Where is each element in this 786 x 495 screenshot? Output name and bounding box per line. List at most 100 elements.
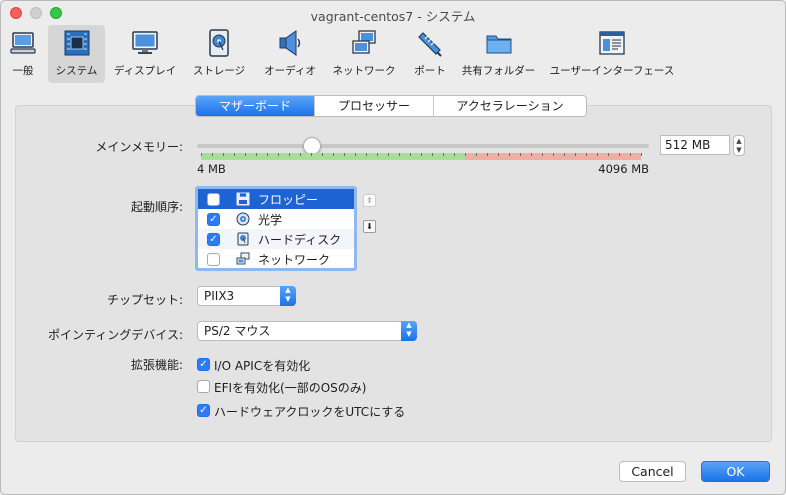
boot-item-checkbox[interactable] — [207, 193, 220, 206]
io-apic-checkbox[interactable]: ✓ — [197, 358, 210, 371]
slider-tick — [597, 153, 598, 156]
slider-tick — [509, 153, 510, 156]
pointing-device-select[interactable]: PS/2 マウス ▲ ▼ — [197, 321, 417, 341]
toolbar-label: システム — [55, 65, 98, 77]
toolbar-item-user-interface[interactable]: ユーザーインターフェース — [549, 25, 675, 83]
memory-value-field[interactable]: 512 MB — [660, 135, 730, 155]
slider-tick — [256, 153, 257, 156]
slider-tick — [630, 153, 631, 156]
boot-order-label: 起動順序: — [130, 200, 183, 214]
memory-slider-track[interactable] — [197, 144, 649, 148]
toolbar-item-storage[interactable]: ストレージ — [187, 25, 251, 83]
pointing-device-label: ポインティングデバイス: — [48, 328, 183, 342]
memory-stepper[interactable]: ▲ ▼ — [733, 135, 745, 156]
toolbar-item-network[interactable]: ネットワーク — [328, 25, 400, 83]
pointing-device-value: PS/2 マウス — [204, 324, 271, 338]
boot-item-checkbox[interactable]: ✓ — [207, 233, 220, 246]
slider-tick — [542, 153, 543, 156]
slider-tick — [432, 153, 433, 156]
memory-slider-ticks — [201, 153, 642, 160]
shared-folder-icon — [486, 35, 511, 54]
slider-tick — [366, 153, 367, 156]
slider-tick — [333, 153, 334, 156]
utc-clock-label: ハードウェアクロックをUTCにする — [214, 405, 406, 419]
move-down-icon[interactable]: ⬇ — [363, 220, 376, 233]
efi-checkbox[interactable] — [197, 380, 210, 393]
chipset-label: チップセット: — [106, 293, 183, 307]
toolbar-item-display[interactable]: ディスプレイ — [111, 25, 179, 83]
toolbar-label: ディスプレイ — [113, 65, 177, 77]
boot-item-floppy[interactable]: フロッピー — [198, 189, 354, 209]
slider-tick — [267, 153, 268, 156]
toolbar-item-general[interactable]: 一般 — [3, 25, 43, 83]
boot-item-hard-disk[interactable]: ✓ ハードディスク — [198, 229, 354, 249]
boot-item-optical[interactable]: ✓ 光学 — [198, 209, 354, 229]
slider-tick — [399, 153, 400, 156]
tab-motherboard[interactable]: マザーボード — [196, 96, 315, 116]
slider-tick — [344, 153, 345, 156]
slider-tick — [421, 153, 422, 156]
chevron-updown-icon: ▲ ▼ — [280, 286, 296, 306]
slider-tick — [476, 153, 477, 156]
toolbar-item-system[interactable]: システム — [48, 25, 105, 83]
move-up-icon[interactable]: ⬆ — [363, 194, 376, 207]
toolbar-label: ユーザーインターフェース — [549, 65, 675, 77]
floppy-icon — [236, 192, 250, 206]
slider-tick — [355, 153, 356, 156]
chipset-select[interactable]: PIIX3 ▲ ▼ — [197, 286, 296, 306]
slider-tick — [487, 153, 488, 156]
slider-tick — [608, 153, 609, 156]
tab-acceleration[interactable]: アクセラレーション — [434, 96, 586, 116]
boot-item-checkbox[interactable]: ✓ — [207, 213, 220, 226]
toolbar-item-ports[interactable]: ポート — [407, 25, 453, 83]
slider-tick — [212, 153, 213, 156]
slider-tick — [388, 153, 389, 156]
slider-tick — [531, 153, 532, 156]
boot-item-label: ハードディスク — [258, 233, 342, 247]
network-icon — [236, 252, 250, 265]
boot-item-network[interactable]: ネットワーク — [198, 249, 354, 268]
boot-item-checkbox[interactable] — [207, 253, 220, 266]
system-chip-icon — [64, 30, 89, 56]
memory-max-label: 4096 MB — [598, 162, 649, 176]
toolbar-label: ネットワーク — [332, 65, 396, 77]
slider-tick — [454, 153, 455, 156]
chipset-value: PIIX3 — [204, 289, 235, 303]
general-icon — [10, 32, 36, 54]
boot-order-list: フロッピー ✓ 光学 ✓ ハードディスク ネットワーク — [195, 186, 357, 271]
optical-disc-icon — [236, 212, 250, 226]
display-icon — [132, 31, 158, 54]
toolbar-item-shared-folders[interactable]: 共有フォルダー — [459, 25, 538, 83]
tab-bar: マザーボード プロセッサー アクセラレーション — [195, 95, 587, 117]
toolbar-item-audio[interactable]: オーディオ — [260, 25, 320, 83]
stepper-up-icon[interactable]: ▲ — [734, 137, 744, 145]
slider-tick — [465, 153, 466, 156]
stepper-down-icon[interactable]: ▼ — [734, 146, 744, 154]
toolbar-label: 一般 — [12, 65, 34, 77]
slider-tick — [300, 153, 301, 156]
utc-clock-checkbox[interactable]: ✓ — [197, 404, 210, 417]
ok-button[interactable]: OK — [701, 461, 770, 482]
toolbar-label: 共有フォルダー — [461, 65, 536, 77]
boot-item-label: 光学 — [258, 213, 283, 227]
storage-disk-icon — [209, 29, 229, 57]
audio-speaker-icon — [279, 30, 301, 56]
user-interface-icon — [599, 31, 625, 55]
slider-tick — [201, 153, 202, 156]
slider-tick — [377, 153, 378, 156]
slider-tick — [575, 153, 576, 156]
network-icon — [352, 30, 376, 54]
boot-item-label: ネットワーク — [258, 253, 331, 267]
memory-min-label: 4 MB — [197, 162, 226, 176]
toolbar-label: オーディオ — [264, 65, 316, 77]
cancel-button[interactable]: Cancel — [619, 461, 686, 482]
tab-processor[interactable]: プロセッサー — [315, 96, 434, 116]
io-apic-label: I/O APICを有効化 — [214, 359, 311, 373]
memory-label: メインメモリー: — [95, 140, 183, 154]
slider-tick — [311, 153, 312, 156]
slider-tick — [223, 153, 224, 156]
slider-tick — [278, 153, 279, 156]
slider-tick — [410, 153, 411, 156]
hard-disk-icon — [237, 232, 249, 246]
efi-label: EFIを有効化(一部のOSのみ) — [214, 381, 367, 395]
